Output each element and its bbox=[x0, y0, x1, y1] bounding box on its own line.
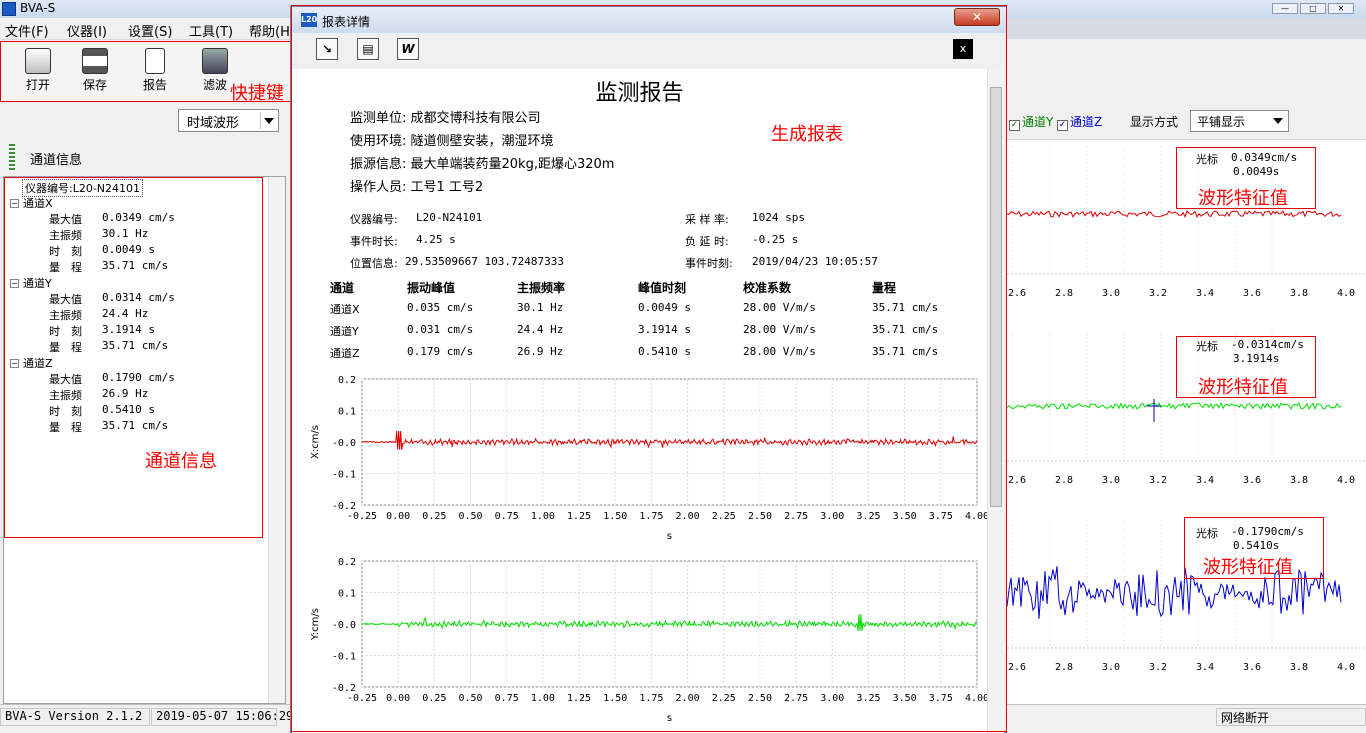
x-tick-label: 4.0 bbox=[1337, 288, 1355, 299]
cursor-label-x: 光标 bbox=[1196, 153, 1218, 166]
x-tick-label: 3.0 bbox=[1102, 288, 1120, 299]
channel-y-check-label: 通道Y bbox=[1022, 115, 1054, 129]
drag-grip-icon[interactable] bbox=[9, 144, 15, 170]
chevron-down-icon bbox=[260, 112, 276, 129]
x-tick-label: 3.2 bbox=[1149, 475, 1167, 486]
x-tick-label: 2.8 bbox=[1055, 475, 1073, 486]
maximize-icon[interactable]: □ bbox=[1300, 3, 1326, 14]
menu-instrument[interactable]: 仪器(I) bbox=[67, 21, 107, 40]
display-mode-select[interactable]: 平铺显示 bbox=[1190, 110, 1289, 132]
x-tick-label: 3.8 bbox=[1290, 662, 1308, 673]
cursor-time-z: 0.5410s bbox=[1233, 539, 1280, 552]
x-tick-label: 3.6 bbox=[1243, 288, 1261, 299]
x-tick-label: 2.6 bbox=[1008, 475, 1026, 486]
menu-tools[interactable]: 工具(T) bbox=[189, 21, 233, 40]
display-mode-value: 平铺显示 bbox=[1197, 115, 1246, 129]
cursor-value-y: -0.0314cm/s bbox=[1231, 338, 1304, 351]
cursor-time-x: 0.0049s bbox=[1233, 165, 1280, 178]
channel-info-title: 通道信息 bbox=[30, 153, 83, 168]
x-tick-label: 3.8 bbox=[1290, 288, 1308, 299]
channel-z-checkbox[interactable]: ✓ 通道Z bbox=[1057, 113, 1102, 131]
waveform-mode-select[interactable]: 时域波形 bbox=[178, 109, 279, 132]
x-tick-label: 3.0 bbox=[1102, 475, 1120, 486]
network-status: 网络断开 bbox=[1216, 708, 1366, 726]
channel-info-annotation: 通道信息 bbox=[145, 451, 217, 472]
x-tick-label: 2.6 bbox=[1008, 662, 1026, 673]
chevron-down-icon bbox=[1270, 113, 1286, 129]
x-tick-label: 3.6 bbox=[1243, 475, 1261, 486]
menu-file[interactable]: 文件(F) bbox=[5, 21, 49, 40]
menu-help[interactable]: 帮助(H) bbox=[249, 21, 295, 40]
version-text: BVA-S Version 2.1.2 bbox=[0, 708, 150, 726]
cursor-time-y: 3.1914s bbox=[1233, 352, 1280, 365]
app-logo-icon bbox=[2, 2, 16, 16]
x-tick-label: 2.8 bbox=[1055, 288, 1073, 299]
feature-annotation-y: 波形特征值 bbox=[1198, 377, 1288, 398]
channel-y-checkbox[interactable]: ✓ 通道Y bbox=[1009, 113, 1053, 131]
cursor-value-z: -0.1790cm/s bbox=[1231, 525, 1304, 538]
x-tick-label: 2.8 bbox=[1055, 662, 1073, 673]
x-tick-label: 3.4 bbox=[1196, 288, 1214, 299]
channel-z-check-label: 通道Z bbox=[1070, 115, 1103, 129]
x-tick-label: 3.4 bbox=[1196, 475, 1214, 486]
cursor-label-z: 光标 bbox=[1196, 527, 1218, 540]
x-tick-label: 3.0 bbox=[1102, 662, 1120, 673]
feature-annotation-z: 波形特征值 bbox=[1203, 557, 1293, 578]
x-tick-label: 3.2 bbox=[1149, 662, 1167, 673]
x-tick-label: 3.6 bbox=[1243, 662, 1261, 673]
report-highlight-box bbox=[291, 5, 1007, 732]
x-tick-label: 3.4 bbox=[1196, 662, 1214, 673]
cursor-label-y: 光标 bbox=[1196, 340, 1218, 353]
waveform-plot-svg: 2.6 2.8 3.0 3.2 3.4 3.6 3.8 4.0 2.6 2.8 3.0 3.2 3.4 3… bbox=[1006, 146, 1366, 673]
check-icon: ✓ bbox=[1057, 120, 1068, 131]
app-title: BVA-S bbox=[20, 1, 56, 15]
window-close-icon[interactable]: ✕ bbox=[1328, 3, 1354, 14]
channel-info-highlight-box bbox=[4, 177, 263, 538]
x-tick-label: 4.0 bbox=[1337, 662, 1355, 673]
x-tick-label: 3.2 bbox=[1149, 288, 1167, 299]
check-icon: ✓ bbox=[1009, 120, 1020, 131]
channel-info-header: 通道信息 bbox=[0, 144, 292, 171]
waveform-line bbox=[1006, 401, 1342, 411]
cursor-value-x: 0.0349cm/s bbox=[1231, 151, 1298, 164]
waveform-mode-value: 时域波形 bbox=[187, 116, 240, 131]
minimize-icon[interactable]: — bbox=[1272, 3, 1298, 14]
x-tick-label: 4.0 bbox=[1337, 475, 1355, 486]
menu-settings[interactable]: 设置(S) bbox=[128, 21, 172, 40]
display-mode-label: 显示方式 bbox=[1130, 115, 1179, 129]
waveform-plot-area[interactable]: 2.6 2.8 3.0 3.2 3.4 3.6 3.8 4.0 2.6 2.8 3.0 3.2 3.4 3… bbox=[1006, 140, 1366, 704]
feature-annotation-x: 波形特征值 bbox=[1198, 188, 1288, 209]
report-annotation: 生成报表 bbox=[771, 124, 843, 145]
x-tick-label: 3.8 bbox=[1290, 475, 1308, 486]
tree-scrollbar[interactable] bbox=[268, 177, 285, 703]
menu-bar: 文件(F) 仪器(I) 设置(S) 工具(T) 帮助(H) bbox=[0, 18, 295, 40]
window-controls: — □ ✕ bbox=[1270, 0, 1360, 14]
x-tick-label: 2.6 bbox=[1008, 288, 1026, 299]
waveform-line bbox=[1006, 210, 1342, 219]
datetime-text: 2019-05-07 15:06:29 bbox=[151, 708, 293, 726]
